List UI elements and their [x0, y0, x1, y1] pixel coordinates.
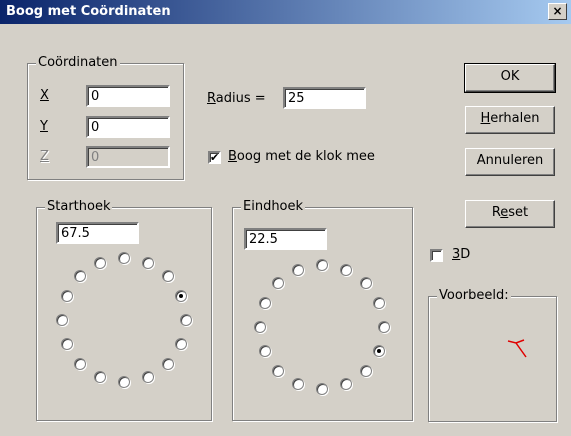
coordinates-legend: Coördinaten — [36, 55, 120, 70]
preview-group: Voorbeeld: — [428, 288, 557, 422]
end-angle-legend: Eindhoek — [241, 199, 306, 214]
annuleren-button[interactable]: Annuleren — [465, 148, 555, 176]
clockwise-checkbox[interactable]: ✔ — [208, 151, 221, 164]
close-button[interactable]: × — [548, 3, 567, 20]
start-angle-radio-2[interactable] — [161, 270, 174, 283]
dialog-body: Coördinaten X 0 Y 0 Z 0 Radius = 25 ✔ Bo… — [0, 24, 571, 436]
end-angle-radio-6[interactable] — [359, 364, 372, 377]
start-angle-radio-4[interactable] — [180, 314, 192, 326]
three-d-label: 3D — [452, 247, 471, 262]
start-angle-radio-1[interactable] — [141, 256, 154, 269]
start-angle-radio-12[interactable] — [56, 314, 68, 326]
herhalen-button[interactable]: Herhalen — [465, 106, 555, 134]
end-angle-radio-13[interactable] — [258, 297, 271, 310]
start-angle-radio-15[interactable] — [94, 256, 107, 269]
start-angle-legend: Starthoek — [45, 199, 113, 214]
ok-button[interactable]: OK — [464, 63, 556, 93]
end-angle-radio-2[interactable] — [359, 277, 372, 290]
start-angle-radio-7[interactable] — [141, 371, 154, 384]
start-angle-radio-11[interactable] — [60, 337, 73, 350]
start-angle-radio-6[interactable] — [161, 357, 174, 370]
preview-arc-path — [507, 339, 527, 358]
end-angle-radio-12[interactable] — [254, 321, 266, 333]
radius-label: Radius = — [207, 91, 266, 106]
y-label: Y — [40, 119, 48, 134]
preview-arc-graphic — [507, 339, 527, 358]
preview-legend: Voorbeeld: — [437, 288, 511, 303]
end-angle-radio-10[interactable] — [272, 364, 285, 377]
end-angle-radio-4[interactable] — [378, 321, 390, 333]
clockwise-label: Boog met de klok mee — [228, 149, 375, 164]
end-angle-radio-15[interactable] — [292, 263, 305, 276]
end-angle-radio-1[interactable] — [339, 263, 352, 276]
reset-button[interactable]: Reset — [465, 200, 555, 228]
start-angle-input[interactable]: 67.5 — [56, 222, 139, 244]
start-angle-radio-8[interactable] — [118, 376, 130, 388]
start-angle-radio-10[interactable] — [74, 357, 87, 370]
x-input[interactable]: 0 — [86, 85, 170, 107]
window-title: Boog met Coördinaten — [6, 4, 171, 19]
y-input[interactable]: 0 — [86, 116, 170, 138]
title-bar: Boog met Coördinaten × — [0, 0, 571, 24]
radius-label-rest: adius = — [215, 91, 266, 106]
start-angle-radio-13[interactable] — [60, 290, 73, 303]
radius-input[interactable]: 25 — [283, 87, 366, 109]
z-input: 0 — [86, 146, 170, 168]
end-angle-radio-7[interactable] — [339, 378, 352, 391]
three-d-checkbox[interactable] — [430, 249, 443, 262]
z-label: Z — [40, 149, 49, 164]
end-angle-radio-11[interactable] — [258, 344, 271, 357]
end-angle-radio-0[interactable] — [316, 259, 328, 271]
end-angle-radio-8[interactable] — [316, 383, 328, 395]
start-angle-radio-0[interactable] — [118, 252, 130, 264]
x-label: X — [40, 88, 49, 103]
start-angle-radio-5[interactable] — [175, 337, 188, 350]
end-angle-input[interactable]: 22.5 — [244, 228, 327, 250]
end-angle-radio-5[interactable] — [373, 344, 386, 357]
